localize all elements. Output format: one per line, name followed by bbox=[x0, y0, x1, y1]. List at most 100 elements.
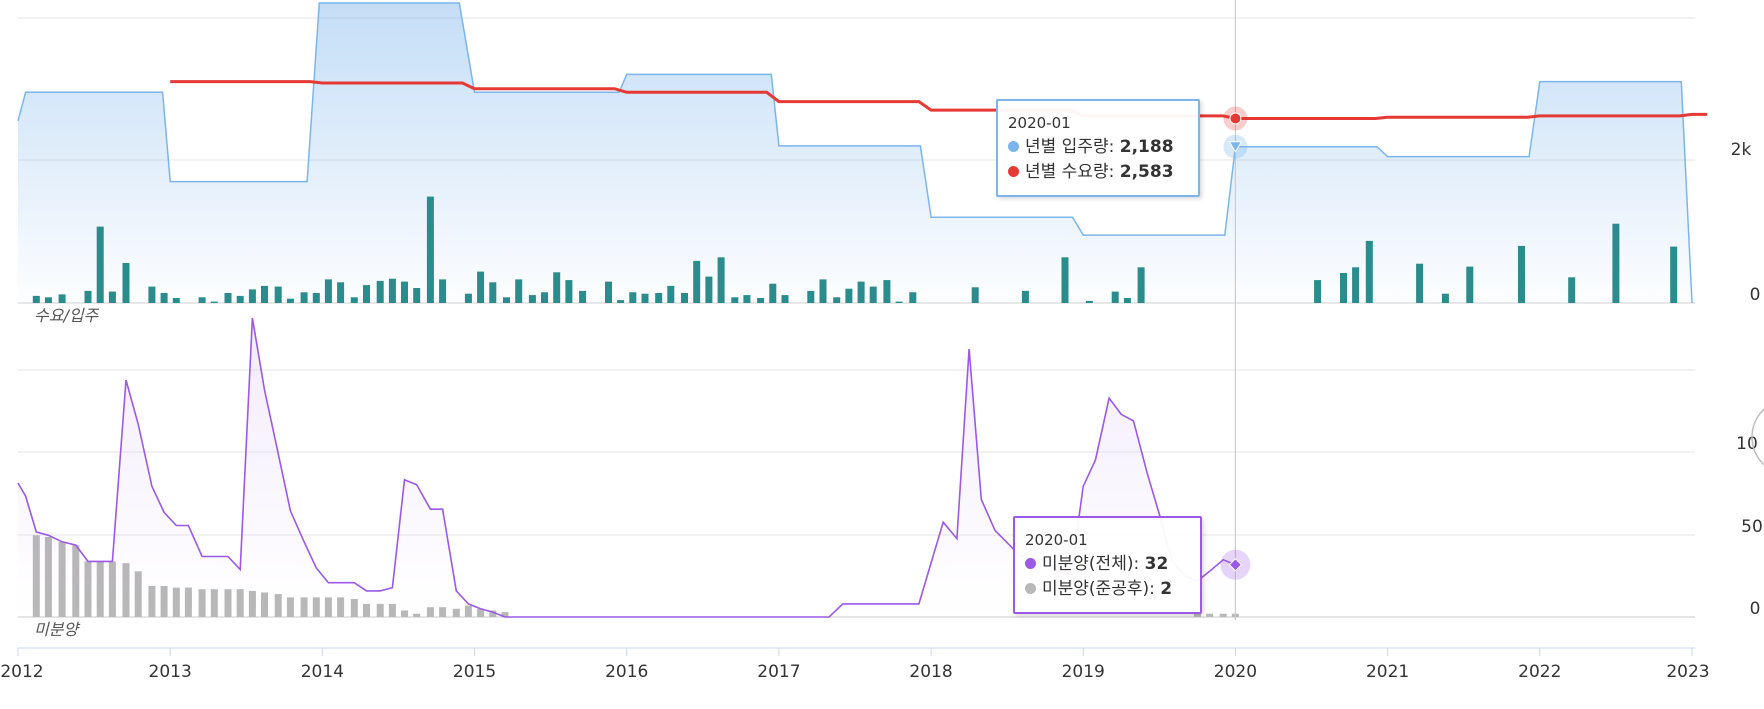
monthly-supply-bar bbox=[1416, 263, 1424, 303]
monthly-supply-bar bbox=[32, 295, 40, 303]
monthly-supply-bar bbox=[96, 226, 104, 303]
monthly-supply-bar bbox=[845, 288, 853, 303]
monthly-supply-bar bbox=[717, 257, 725, 303]
monthly-supply-bar bbox=[1568, 277, 1576, 303]
chart: 수요/입주미분양 2012 2013 2014 2015 2016 2017 2018 2019… bbox=[0, 0, 1764, 682]
y-tick-label: 0 bbox=[1750, 285, 1761, 305]
monthly-supply-bar bbox=[681, 293, 688, 303]
monthly-supply-bar bbox=[895, 301, 903, 303]
tooltip-label: 년별 수요량 bbox=[1025, 162, 1109, 182]
monthly-supply-bar bbox=[833, 297, 841, 303]
monthly-supply-bar bbox=[426, 196, 434, 303]
series-dot-icon bbox=[1008, 166, 1019, 177]
monthly-supply-bar bbox=[705, 276, 713, 303]
monthly-supply-bar bbox=[605, 281, 612, 303]
monthly-supply-bar bbox=[1340, 273, 1347, 303]
tooltip-row-demand: 년별 수요량: 2,583 bbox=[1008, 160, 1188, 185]
monthly-supply-bar bbox=[757, 298, 765, 303]
monthly-supply-bar bbox=[224, 293, 232, 303]
monthly-supply-bar bbox=[172, 298, 180, 303]
monthly-supply-bar bbox=[324, 279, 332, 303]
series-dot-icon bbox=[1008, 141, 1019, 152]
y-tick-label: 0 bbox=[1750, 599, 1761, 619]
tooltip-supply-demand: 2020-01 년별 입주량: 2,188 년별 수요량: 2,583 bbox=[996, 99, 1200, 197]
x-tick-label: 2018 bbox=[909, 662, 952, 682]
monthly-supply-bar bbox=[515, 279, 523, 303]
tooltip-row-unsold-completed: 미분양(준공후): 2 bbox=[1025, 577, 1190, 602]
monthly-supply-bar bbox=[413, 288, 421, 303]
monthly-supply-bar bbox=[781, 295, 789, 303]
y-tick-label: 2k bbox=[1731, 140, 1752, 160]
monthly-supply-bar bbox=[84, 290, 92, 303]
monthly-supply-bar bbox=[553, 272, 561, 303]
monthly-supply-bar bbox=[198, 297, 206, 303]
monthly-supply-bar bbox=[541, 292, 548, 303]
y-tick-label: 50 bbox=[1741, 517, 1763, 537]
supply-area bbox=[18, 3, 1692, 303]
tooltip-value: 2,583 bbox=[1119, 162, 1174, 182]
tooltip-row-unsold-total: 미분양(전체): 32 bbox=[1025, 552, 1190, 577]
monthly-supply-bar bbox=[1061, 257, 1069, 303]
monthly-supply-bar bbox=[44, 297, 52, 303]
x-tick-label: 2022 bbox=[1518, 662, 1561, 682]
demand-hover-marker bbox=[1229, 112, 1242, 125]
monthly-supply-bar bbox=[286, 298, 294, 303]
monthly-supply-bar bbox=[1670, 246, 1678, 303]
x-tick-label: 2017 bbox=[757, 662, 800, 682]
monthly-supply-bar bbox=[489, 282, 497, 303]
monthly-supply-bar bbox=[883, 280, 891, 303]
monthly-supply-bar bbox=[1111, 291, 1119, 303]
monthly-supply-bar bbox=[248, 289, 256, 303]
x-tick-label: 2021 bbox=[1366, 662, 1409, 682]
x-tick-label: 2013 bbox=[149, 662, 192, 682]
monthly-supply-bar bbox=[1352, 267, 1360, 303]
tooltip-date: 2020-01 bbox=[1025, 531, 1088, 549]
monthly-supply-bar bbox=[108, 291, 116, 303]
monthly-supply-bar bbox=[350, 297, 358, 303]
monthly-supply-bar bbox=[464, 293, 472, 303]
series-dot-icon bbox=[1025, 583, 1036, 594]
panel-label-supply-demand: 수요/입주 bbox=[34, 306, 100, 325]
monthly-supply-bar bbox=[503, 297, 510, 303]
monthly-supply-bar bbox=[579, 290, 587, 303]
monthly-supply-bar bbox=[655, 293, 663, 303]
tooltip-label: 미분양(전체) bbox=[1042, 554, 1134, 574]
monthly-supply-bar bbox=[312, 293, 320, 303]
monthly-supply-bar bbox=[376, 280, 384, 303]
monthly-supply-bar bbox=[565, 280, 573, 303]
monthly-supply-bar bbox=[122, 263, 130, 303]
monthly-supply-bar bbox=[236, 295, 244, 303]
monthly-supply-bar bbox=[1137, 267, 1145, 303]
x-tick-label: 2016 bbox=[605, 662, 648, 682]
monthly-supply-bar bbox=[261, 285, 268, 303]
x-tick-label: 2019 bbox=[1062, 662, 1105, 682]
monthly-supply-bar bbox=[1466, 266, 1474, 303]
x-tick-label: 2012 bbox=[0, 662, 43, 682]
monthly-supply-bar bbox=[869, 286, 877, 303]
monthly-supply-bar bbox=[857, 281, 865, 303]
monthly-supply-bar bbox=[300, 292, 308, 303]
x-tick-label: 2014 bbox=[301, 662, 344, 682]
monthly-supply-bar bbox=[731, 297, 739, 303]
monthly-supply-bar bbox=[743, 295, 751, 303]
monthly-supply-bar bbox=[274, 286, 282, 303]
panel-label-unsold: 미분양 bbox=[34, 620, 80, 639]
tooltip-value: 2,188 bbox=[1119, 137, 1174, 157]
x-tick-label: 2015 bbox=[453, 662, 496, 682]
monthly-supply-bar bbox=[210, 301, 218, 303]
monthly-supply-bar bbox=[337, 282, 345, 303]
monthly-supply-bar bbox=[819, 279, 827, 303]
tooltip-row-supply: 년별 입주량: 2,188 bbox=[1008, 135, 1188, 160]
monthly-supply-bar bbox=[1612, 223, 1620, 303]
monthly-supply-bar bbox=[477, 271, 485, 303]
monthly-supply-bar bbox=[769, 283, 777, 303]
monthly-supply-bar bbox=[1365, 240, 1373, 303]
monthly-supply-bar bbox=[629, 292, 637, 303]
monthly-supply-bar bbox=[1518, 245, 1525, 303]
tooltip-unsold: 2020-01 미분양(전체): 32 미분양(준공후): 2 bbox=[1013, 516, 1202, 614]
monthly-supply-bar bbox=[1314, 280, 1322, 303]
monthly-supply-bar bbox=[160, 293, 168, 303]
monthly-supply-bar bbox=[439, 279, 447, 303]
x-tick-label: 2020 bbox=[1214, 662, 1257, 682]
tooltip-date: 2020-01 bbox=[1008, 114, 1071, 132]
